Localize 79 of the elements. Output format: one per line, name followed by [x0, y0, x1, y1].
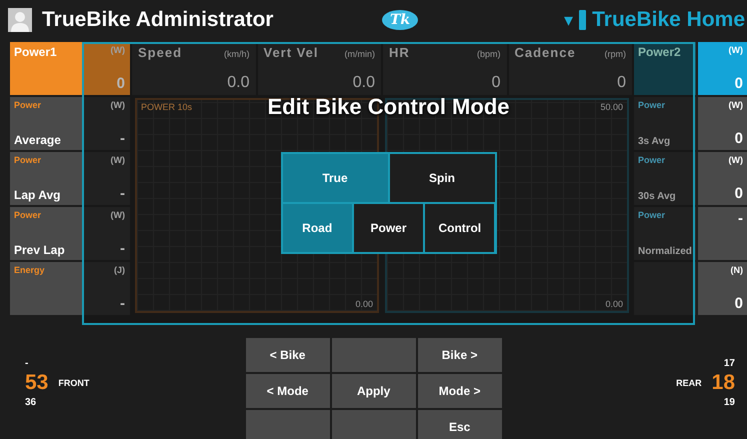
metric-unit: (rpm) — [604, 49, 626, 59]
blank-button[interactable] — [332, 410, 416, 439]
axis-min-label: 0.00 — [605, 299, 623, 309]
chart-title: POWER 10s — [141, 102, 192, 112]
blank-button[interactable] — [332, 338, 416, 372]
tile-category: Energy — [14, 265, 46, 275]
axis-min-label: 0.00 — [355, 299, 373, 309]
dropdown-caret[interactable]: ▾ — [564, 9, 574, 31]
tile-category: Power — [638, 155, 666, 165]
tile-label: 3s Avg — [638, 136, 672, 147]
tile-category: Power — [14, 100, 42, 110]
tile-value: - — [120, 185, 125, 202]
tile-unit: (W) — [110, 100, 125, 110]
metric-label: Vert Vel — [264, 45, 318, 60]
gear-value: 36 — [25, 397, 36, 408]
metric-value: 0.0 — [352, 74, 375, 92]
tile-unit: (W) — [110, 210, 125, 220]
home-title[interactable]: TrueBike Home — [592, 8, 747, 32]
tile-value: 0 — [734, 75, 743, 92]
keypad-button[interactable]: < Bike — [246, 338, 330, 372]
dialog-title: Edit Bike Control Mode — [268, 94, 510, 120]
bike-type-option[interactable]: True — [282, 154, 388, 202]
gear-label: REAR — [676, 378, 702, 388]
tile-value: - — [120, 240, 125, 257]
tile-category: Power2 — [638, 45, 682, 59]
metric-unit: (km/h) — [224, 49, 250, 59]
blank-button[interactable] — [246, 410, 330, 439]
metric-value: 0 — [492, 74, 500, 92]
tile-value: 0 — [116, 75, 125, 92]
keypad-button[interactable]: < Mode — [246, 374, 330, 408]
tile-category: Power — [638, 210, 666, 220]
gear-label: FRONT — [58, 378, 90, 388]
metric-label: Speed — [138, 45, 182, 60]
current-gear: 18 — [712, 371, 735, 395]
tile-category: Power — [14, 155, 42, 165]
bike-type-option[interactable]: Spin — [390, 154, 494, 202]
tile-unit: (N) — [730, 265, 743, 275]
tile-unit: (W) — [728, 100, 743, 110]
avatar-icon — [8, 8, 32, 32]
gear-value: - — [25, 358, 28, 369]
metric-label: HR — [389, 45, 410, 60]
metric-value: 0.0 — [227, 74, 250, 92]
tile-value: - — [120, 295, 125, 312]
metric-value: 0 — [617, 74, 626, 92]
control-type-option[interactable]: Control — [425, 204, 494, 252]
current-gear: 53 — [25, 371, 48, 395]
control-type-option[interactable]: Road — [282, 204, 352, 252]
bar-icon — [579, 10, 586, 30]
keypad-button[interactable]: Apply — [332, 374, 416, 408]
tile-category: Power1 — [14, 45, 58, 59]
tile-unit: (J) — [114, 265, 125, 275]
tile-unit: (W) — [728, 45, 743, 55]
keypad-button[interactable]: Bike > — [418, 338, 502, 372]
tile-value: 0 — [734, 130, 743, 147]
gear-value: 19 — [724, 397, 735, 408]
tile-unit: (W) — [728, 155, 743, 165]
gear-value: 17 — [724, 358, 735, 369]
keypad-button[interactable]: Mode > — [418, 374, 502, 408]
tile-label: Normalized — [638, 246, 692, 257]
tile-value: - — [738, 210, 743, 227]
tile-category: Power — [638, 100, 666, 110]
tile-value: 0 — [734, 295, 743, 312]
app-title: TrueBike Administrator — [42, 8, 274, 32]
tile-label: Lap Avg — [14, 188, 62, 202]
control-type-option[interactable]: Power — [354, 204, 424, 252]
tile-label: Average — [14, 133, 62, 147]
tile-label: 30s Avg — [638, 191, 677, 202]
logo-badge: Tk — [382, 10, 418, 30]
tile-category: Power — [14, 210, 42, 220]
keypad-button[interactable]: Esc — [418, 410, 502, 439]
metric-label: Cadence — [514, 45, 576, 60]
tile-value: 0 — [734, 185, 743, 202]
tile-unit: (W) — [110, 155, 125, 165]
metric-unit: (m/min) — [344, 49, 375, 59]
tile-unit: (W) — [110, 45, 125, 55]
tile-value: - — [120, 130, 125, 147]
metric-unit: (bpm) — [476, 49, 500, 59]
axis-max-label: 50.00 — [600, 102, 623, 112]
tile-label: Prev Lap — [14, 243, 66, 257]
